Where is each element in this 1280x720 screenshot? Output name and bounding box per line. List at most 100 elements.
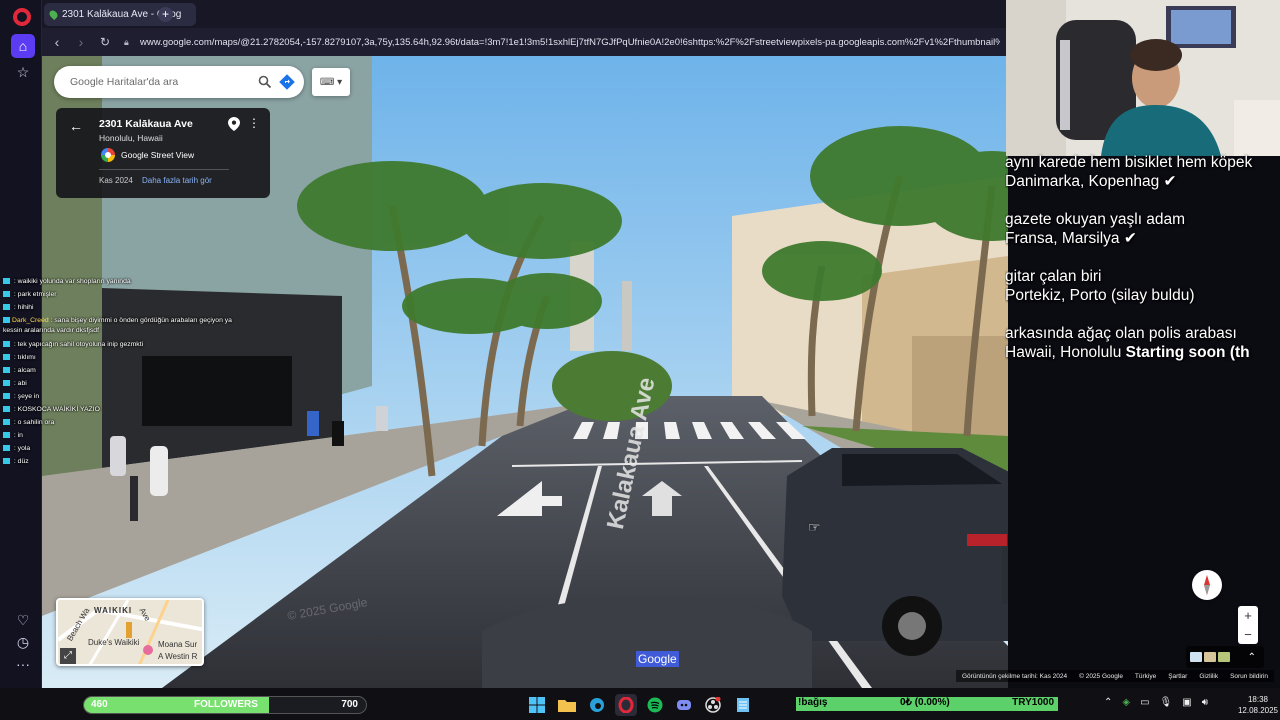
expand-up-icon[interactable]: ⌃ xyxy=(1248,652,1256,663)
card-divider xyxy=(99,169,229,170)
chat-line: : alcam xyxy=(3,367,36,374)
location-title: 2301 Kalākaua Ave xyxy=(99,118,193,130)
chat-badge-icon xyxy=(3,354,10,360)
volume-icon[interactable]: 🔊︎ xyxy=(1202,697,1208,708)
home-icon[interactable]: ⌂ xyxy=(11,34,35,58)
edge-icon[interactable] xyxy=(586,694,608,716)
source-label: Google Street View xyxy=(121,150,195,160)
thumbnail-2[interactable] xyxy=(1204,652,1216,662)
url-field[interactable]: www.google.com/maps/@21.2782054,-157.827… xyxy=(140,37,1000,48)
shield-icon[interactable]: ◈ xyxy=(1122,697,1130,708)
more-vert-icon[interactable]: ⋮ xyxy=(248,117,260,129)
footer-privacy[interactable]: Gizlilik xyxy=(1199,673,1218,680)
mouse-cursor-icon: ☞ xyxy=(808,519,821,535)
back-icon[interactable]: ‹ xyxy=(46,31,68,53)
reload-icon[interactable]: ↻ xyxy=(94,31,116,53)
chat-line: : waikiki yolunda var shopların yanında xyxy=(3,278,131,285)
minimap[interactable]: WAIKIKI Beach Wa Duke's Waikiki Moana Su… xyxy=(56,598,204,666)
task-line-1: aynı karede hem bisiklet hem köpek xyxy=(1005,154,1253,171)
tab-google-maps[interactable]: 2301 Kalākaua Ave - Goog xyxy=(44,3,196,26)
chat-line: kessin aralarında vardır dksfjsdf xyxy=(3,327,99,334)
directions-icon[interactable] xyxy=(276,71,298,93)
chat-badge-icon xyxy=(3,445,10,451)
tab-strip: 2301 Kalākaua Ave - Goog + xyxy=(42,0,1008,28)
location-pin-icon[interactable] xyxy=(228,117,240,131)
maps-search-box[interactable]: Google Haritalar'da ara xyxy=(54,66,304,98)
donation-goal: TRY1000 xyxy=(1012,697,1054,708)
footer-terms[interactable]: Şartlar xyxy=(1168,673,1187,680)
followers-goal: 700 xyxy=(341,699,358,710)
notepad-icon[interactable] xyxy=(732,694,754,716)
more-dates-link[interactable]: Daha fazla tarih gör xyxy=(142,176,212,185)
location-subtitle: Honolulu, Hawaii xyxy=(99,133,163,143)
search-icon[interactable] xyxy=(254,71,276,93)
screen: ⌂ ☆ ♡ ◷ ··· 2301 Kalākaua Ave - Goog + ‹… xyxy=(0,0,1280,720)
location-card: ← 2301 Kalākaua Ave Honolulu, Hawaii ⋮ G… xyxy=(56,108,270,198)
task-line-4: Fransa, Marsilya ✔ xyxy=(1005,230,1137,247)
minimap-label-dukes: Duke's Waikiki xyxy=(88,638,140,647)
keyboard-icon: ⌨ ▾ xyxy=(319,76,343,88)
opera-logo-icon[interactable] xyxy=(13,8,31,26)
donation-progress: 0₺ (0.00%) xyxy=(900,697,950,708)
heart-icon[interactable]: ♡ xyxy=(11,608,35,632)
donation-goal-bar: !bağış 0₺ (0.00%) TRY1000 xyxy=(796,697,1058,711)
back-arrow-icon[interactable]: ← xyxy=(69,118,83,134)
imagery-strip[interactable]: ⌃ xyxy=(1186,646,1264,668)
task-line-8: Hawaii, Honolulu Starting soon (th xyxy=(1005,343,1280,362)
thumbnail-1[interactable] xyxy=(1190,652,1202,662)
chat-line: : şeye in xyxy=(3,393,39,400)
discord-icon[interactable] xyxy=(673,694,695,716)
compass-icon[interactable] xyxy=(1192,570,1222,600)
forward-icon[interactable]: › xyxy=(70,31,92,53)
zoom-in-button[interactable]: + xyxy=(1238,606,1258,625)
tray-overflow-icon[interactable]: ⌃ xyxy=(1104,697,1112,708)
google-logo-text: Google xyxy=(636,651,679,667)
followers-goal-bar: 460 FOLLOWERS 700 xyxy=(83,696,367,714)
microphone-icon[interactable]: 🎙︎ xyxy=(1160,697,1173,708)
chat-badge-icon xyxy=(3,419,10,425)
chat-badge-icon xyxy=(3,393,10,399)
history-icon[interactable]: ◷ xyxy=(11,630,35,654)
clock-time: 18:38 xyxy=(1247,695,1269,704)
followers-label: FOLLOWERS xyxy=(194,699,258,710)
file-explorer-icon[interactable] xyxy=(556,694,578,716)
chat-badge-icon xyxy=(3,458,10,464)
minimap-label-moana: Moana Sur xyxy=(158,640,198,649)
chat-badge-icon xyxy=(3,317,10,323)
footer-copyright: © 2025 Google xyxy=(1079,672,1123,680)
chat-line: : tek yapıcağın sahil otoyoluna inip gez… xyxy=(3,341,143,348)
chat-line: : abi xyxy=(3,380,27,387)
new-tab-button[interactable]: + xyxy=(158,7,173,22)
system-tray: ⌃ ◈ ▭ 🎙︎ ▣ 🔊︎ xyxy=(1104,697,1208,708)
lock-icon: 🔒︎ xyxy=(124,36,129,47)
footer-report[interactable]: Sorun bildirin xyxy=(1230,673,1268,680)
obs-icon[interactable] xyxy=(702,694,724,716)
battery-icon[interactable]: ▭ xyxy=(1140,697,1149,708)
monitor-icon[interactable]: ▣ xyxy=(1182,697,1191,708)
search-placeholder: Google Haritalar'da ara xyxy=(70,76,179,88)
suv xyxy=(782,448,1008,656)
webcam-feed xyxy=(1006,0,1280,156)
google-maps-favicon-icon xyxy=(47,8,60,21)
windows-start-icon[interactable] xyxy=(526,694,548,716)
zoom-out-button[interactable]: − xyxy=(1238,625,1258,644)
opera-taskbar-icon[interactable] xyxy=(615,694,637,716)
task-location: Hawaii, Honolulu xyxy=(1005,344,1122,361)
pinboard-icon[interactable]: ☆ xyxy=(11,60,35,84)
thumbnail-3[interactable] xyxy=(1218,652,1230,662)
footer-region[interactable]: Türkiye xyxy=(1135,673,1156,680)
chat-line: : KOSKOCA WAİKİKİ YAZIO xyxy=(3,406,100,413)
chat-line: : hihihi xyxy=(3,304,34,311)
system-clock[interactable]: 18:38 12.08.2025 xyxy=(1236,694,1280,716)
task-gap xyxy=(1005,191,1280,210)
keyboard-input-button[interactable]: ⌨ ▾ xyxy=(312,68,350,96)
expand-map-icon[interactable]: ⤢ xyxy=(60,648,76,664)
minimap-label-waikiki: WAIKIKI xyxy=(94,606,133,615)
street-view-panorama[interactable]: ☞ © 2025 Google Kalakaua Ave Google Hari… xyxy=(42,56,1008,688)
spotify-icon[interactable] xyxy=(644,694,666,716)
more-options-icon[interactable]: ··· xyxy=(11,652,35,676)
task-line-7: arkasında ağaç olan polis arabası xyxy=(1005,325,1237,342)
starting-soon-text: Starting soon (th xyxy=(1125,344,1250,361)
chat-badge-icon xyxy=(3,278,10,284)
chat-line: : o sahilin ora xyxy=(3,419,54,426)
